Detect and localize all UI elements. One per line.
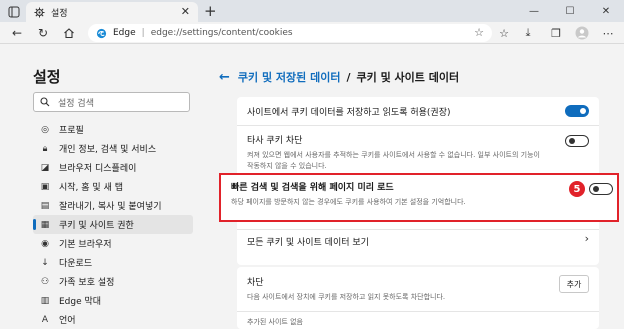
navigation-bar: ← ↻ Edge | edge://settings/content/cooki…: [0, 22, 624, 44]
divider: [237, 229, 599, 230]
search-input[interactable]: 설정 검색: [33, 92, 190, 112]
sidebar-item-label: 개인 정보, 검색 및 서비스: [59, 145, 157, 155]
allow-cookies-toggle[interactable]: [565, 105, 589, 117]
address-separator: |: [141, 28, 145, 38]
all-cookies-row[interactable]: 모든 쿠키 및 사이트 데이터 보기: [247, 235, 569, 248]
block-title: 차단: [247, 278, 264, 288]
preload-pages-row: 빠른 검색 및 검색을 위해 페이지 미리 로드 하당 페이지를 방문하지 않는…: [219, 173, 619, 222]
divider: [237, 311, 599, 312]
preload-pages-text: 빠른 검색 및 검색을 위해 페이지 미리 로드 하당 페이지를 방문하지 않는…: [231, 180, 607, 208]
tab-strip: 설정 ✕ + — ☐ ✕: [0, 0, 624, 22]
sidebar-item-label: 시작, 홈 및 새 탭: [59, 183, 123, 193]
browser-icon: ◉: [41, 238, 49, 249]
sidebar-item-label: 다운로드: [59, 259, 93, 269]
tab-settings[interactable]: 설정 ✕: [26, 2, 198, 22]
breadcrumb: ← 쿠키 및 저장된 데이터 / 쿠키 및 사이트 데이터: [219, 69, 459, 85]
block-third-party-row: 타사 쿠키 차단 켜져 있으면 웹에서 사용자를 추적하는 쿠키를 사이트에서 …: [247, 133, 589, 172]
edge-logo-icon: [96, 28, 107, 38]
address-url: edge://settings/content/cookies: [150, 28, 293, 38]
cookie-icon: ▦: [40, 219, 50, 230]
sidebar-title: 설정: [33, 68, 61, 86]
settings-main: ← 쿠키 및 저장된 데이터 / 쿠키 및 사이트 데이터 사이트에서 쿠키 데…: [205, 45, 624, 329]
block-desc: 다음 사이트에서 장치에 쿠키를 저장하고 읽지 못하도록 차단합니다.: [247, 293, 446, 301]
sidebar-item-label: 기본 브라우저: [59, 240, 112, 250]
sidebar-item-label: 프로필: [59, 126, 84, 136]
step-badge: 5: [569, 181, 585, 197]
maximize-icon[interactable]: ☐: [552, 0, 588, 22]
all-cookies-label: 모든 쿠키 및 사이트 데이터 보기: [247, 238, 369, 248]
empty-label: 추가된 사이트 없음: [247, 318, 303, 326]
sidebar-item-default-browser[interactable]: ◉ 기본 브라우저: [33, 234, 193, 253]
settings-sidebar: 설정 설정 검색 ◎ 프로필 🔒︎ 개인 정보, 검색 및 서비스 ◪ 브라우저 디스…: [0, 45, 205, 329]
sidebar-item-appearance[interactable]: ◪ 브라우저 디스플레이: [33, 158, 193, 177]
sidebar-item-clipboard[interactable]: ▤ 잘라내기, 복사 및 붙여넣기: [33, 196, 193, 215]
sidebar-item-cookies[interactable]: ▦ 쿠키 및 사이트 권한: [33, 215, 193, 234]
sidebar-item-label: 브라우저 디스플레이: [59, 164, 137, 174]
add-site-button[interactable]: 추가: [559, 275, 589, 293]
collections-icon[interactable]: ❐: [548, 25, 564, 41]
download-icon[interactable]: ⤓: [520, 25, 536, 41]
address-brand: Edge: [113, 28, 136, 38]
favorites-icon[interactable]: ☆: [496, 25, 512, 41]
sidebar-item-label: 잘라내기, 복사 및 붙여넣기: [59, 202, 162, 212]
sidebar-item-family[interactable]: ⚇ 가족 보호 설정: [33, 272, 193, 291]
preload-pages-toggle[interactable]: [589, 183, 613, 195]
chevron-right-icon[interactable]: ›: [585, 232, 589, 245]
display-icon: ◪: [40, 162, 50, 173]
allow-cookies-row: 사이트에서 쿠키 데이터를 저장하고 읽도록 허용(권장): [247, 105, 589, 118]
block-third-party-label: 타사 쿠키 차단: [247, 136, 303, 146]
new-tab-icon[interactable]: +: [204, 2, 217, 20]
more-options-icon[interactable]: ⋯: [600, 25, 616, 41]
sidebar-menu: ◎ 프로필 🔒︎ 개인 정보, 검색 및 서비스 ◪ 브라우저 디스플레이 ▣ 시작, …: [33, 120, 193, 329]
block-card: 차단 다음 사이트에서 장치에 쿠키를 저장하고 읽지 못하도록 차단합니다. …: [237, 267, 599, 329]
preload-pages-desc: 하당 페이지를 방문하지 않는 경우에도 쿠키를 사용하여 기본 설정을 기억합…: [231, 198, 466, 206]
sidebar-item-edge-bar[interactable]: ▥ Edge 막대: [33, 291, 193, 310]
sidebar-item-profile[interactable]: ◎ 프로필: [33, 120, 193, 139]
window-close-icon[interactable]: ✕: [588, 0, 624, 22]
sidebar-item-downloads[interactable]: ↓ 다운로드: [33, 253, 193, 272]
divider: [237, 125, 599, 126]
download-icon: ↓: [41, 257, 49, 268]
home-icon[interactable]: [60, 25, 78, 41]
sidebar-item-languages[interactable]: A 언어: [33, 310, 193, 329]
block-third-party-toggle[interactable]: [565, 135, 589, 147]
tab-title: 설정: [51, 8, 68, 19]
back-icon[interactable]: ←: [8, 25, 26, 41]
empty-state: 추가된 사이트 없음: [247, 317, 589, 328]
block-header: 차단 다음 사이트에서 장치에 쿠키를 저장하고 읽지 못하도록 차단합니다.: [247, 275, 551, 303]
sidebar-item-privacy[interactable]: 🔒︎ 개인 정보, 검색 및 서비스: [33, 139, 193, 158]
allow-cookies-label: 사이트에서 쿠키 데이터를 저장하고 읽도록 허용(권장): [247, 108, 451, 118]
profile-icon: ◎: [41, 124, 49, 135]
home-icon: ▣: [40, 181, 50, 192]
breadcrumb-separator: /: [346, 70, 351, 84]
block-third-party-desc: 켜져 있으면 웹에서 사용자를 추적하는 쿠키를 사이트에서 사용할 수 없습니…: [247, 151, 540, 170]
sidebar-item-label: 언어: [59, 316, 76, 326]
language-icon: A: [41, 314, 49, 325]
edge-bar-icon: ▥: [40, 295, 50, 306]
page-title: 쿠키 및 사이트 데이터: [356, 71, 460, 84]
minimize-icon[interactable]: —: [516, 0, 552, 22]
tab-actions-icon[interactable]: [4, 3, 24, 20]
close-icon[interactable]: ✕: [181, 5, 190, 19]
avatar[interactable]: [574, 25, 590, 41]
favorite-star-icon[interactable]: ☆: [474, 26, 484, 39]
sidebar-item-label: 쿠키 및 사이트 권한: [59, 221, 134, 231]
sidebar-item-label: Edge 막대: [59, 297, 102, 307]
preload-pages-label: 빠른 검색 및 검색을 위해 페이지 미리 로드: [231, 183, 394, 193]
search-placeholder: 설정 검색: [58, 98, 94, 109]
breadcrumb-link[interactable]: 쿠키 및 저장된 데이터: [238, 69, 341, 85]
refresh-icon[interactable]: ↻: [34, 25, 52, 41]
family-icon: ⚇: [40, 276, 50, 287]
clipboard-icon: ▤: [40, 200, 50, 211]
lock-icon: 🔒︎: [42, 143, 48, 154]
back-arrow-icon[interactable]: ←: [219, 70, 230, 85]
search-icon: [40, 97, 50, 107]
gear-icon: [34, 6, 45, 18]
window-controls: — ☐ ✕: [516, 0, 624, 22]
address-bar[interactable]: Edge | edge://settings/content/cookies ☆: [88, 24, 492, 42]
sidebar-item-start-home[interactable]: ▣ 시작, 홈 및 새 탭: [33, 177, 193, 196]
sidebar-item-label: 가족 보호 설정: [59, 278, 115, 288]
